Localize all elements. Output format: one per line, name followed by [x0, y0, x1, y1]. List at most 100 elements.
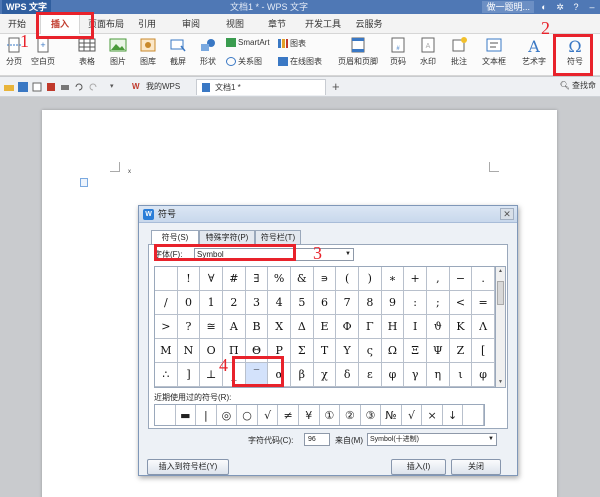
symbol-cell[interactable]: ≅ — [200, 315, 223, 339]
symbol-cell[interactable]: = — [472, 291, 495, 315]
watermark-button[interactable]: A 水印 — [414, 34, 442, 67]
close-button[interactable]: 关闭 — [451, 459, 501, 475]
paragraph-layout-icon[interactable] — [80, 178, 88, 187]
tab-document[interactable]: 文档1 * — [196, 79, 326, 95]
symbol-cell[interactable]: ϑ — [426, 315, 450, 339]
recent-symbol-cell[interactable] — [155, 405, 176, 425]
symbol-cell[interactable]: ? — [177, 315, 201, 339]
screenshot-button[interactable]: 截屏 — [164, 34, 192, 67]
symbol-cell[interactable]: Υ — [336, 339, 359, 363]
symbol-cell[interactable]: Ω — [381, 339, 405, 363]
redo-icon[interactable] — [88, 82, 98, 92]
recent-symbol-cell[interactable]: ② — [340, 405, 361, 425]
help-icon[interactable]: ? — [570, 1, 582, 13]
symbol-cell[interactable]: − — [449, 267, 473, 291]
symbol-cell[interactable]: ι — [449, 363, 473, 387]
symbol-cell[interactable]: / — [155, 291, 178, 315]
minimize-icon[interactable]: – — [586, 1, 598, 13]
from-select[interactable]: Symbol(十进制) ▼ — [367, 433, 497, 446]
tab-symbol-bar[interactable]: 符号栏(T) — [255, 230, 301, 244]
symbol-cell[interactable]: 2 — [222, 291, 246, 315]
recent-symbol-cell[interactable]: | — [196, 405, 217, 425]
symbol-cell[interactable]: 1 — [200, 291, 223, 315]
tab-references[interactable]: 引用 — [134, 14, 160, 34]
symbol-cell[interactable]: δ — [336, 363, 359, 387]
recent-symbol-cell[interactable]: ¥ — [299, 405, 320, 425]
chart-button[interactable]: 图表 — [278, 38, 306, 49]
recent-symbol-cell[interactable]: ① — [320, 405, 341, 425]
symbol-cell[interactable]: Ζ — [449, 339, 473, 363]
symbol-cell[interactable]: Δ — [290, 315, 314, 339]
recent-symbol-cell[interactable]: ↓ — [443, 405, 464, 425]
symbol-cell[interactable]: ∗ — [381, 267, 405, 291]
symbol-cell[interactable]: 3 — [245, 291, 269, 315]
symbol-cell[interactable]: 8 — [358, 291, 382, 315]
symbol-cell[interactable]: χ — [313, 363, 337, 387]
symbol-cell[interactable]: + — [404, 267, 427, 291]
picture-button[interactable]: 图片 — [104, 34, 132, 67]
online-chart-button[interactable]: 在线图表 — [278, 56, 322, 67]
textbox-button[interactable]: 文本框 — [478, 34, 510, 67]
open-folder-icon[interactable] — [4, 82, 14, 92]
symbol-cell[interactable]: < — [449, 291, 473, 315]
symbol-cell[interactable]: Α — [222, 315, 246, 339]
recent-symbol-cell[interactable]: √ — [258, 405, 279, 425]
symbol-cell[interactable]: ( — [336, 267, 359, 291]
print-preview-icon[interactable] — [32, 82, 42, 92]
recent-symbol-cell[interactable]: √ — [402, 405, 423, 425]
new-tab-button[interactable]: + — [332, 79, 340, 95]
symbol-cell[interactable]: φ — [381, 363, 405, 387]
symbol-cell[interactable]: Μ — [155, 339, 178, 363]
gallery-button[interactable]: 图库 — [134, 34, 162, 67]
symbol-cell[interactable]: ] — [177, 363, 201, 387]
symbol-cell[interactable]: β — [290, 363, 314, 387]
symbol-cell[interactable]: ∍ — [313, 267, 337, 291]
symbol-cell[interactable]: 7 — [336, 291, 359, 315]
relation-chart-button[interactable]: 关系图 — [226, 56, 262, 67]
recent-symbol-cell[interactable]: ③ — [361, 405, 382, 425]
symbol-cell[interactable]: ∴ — [155, 363, 178, 387]
symbol-cell[interactable]: Ι — [404, 315, 427, 339]
symbol-cell[interactable]: Φ — [336, 315, 359, 339]
symbol-cell[interactable]: ) — [358, 267, 382, 291]
symbol-cell[interactable]: Η — [381, 315, 405, 339]
wordart-button[interactable]: A 艺术字 — [518, 34, 550, 67]
symbol-cell[interactable]: & — [290, 267, 314, 291]
settings-icon[interactable]: ✲ — [554, 1, 566, 13]
save-icon[interactable] — [18, 82, 28, 92]
print-icon[interactable] — [60, 82, 70, 92]
tab-developer[interactable]: 开发工具 — [300, 14, 346, 34]
symbol-grid-scrollbar[interactable]: ▲ ▼ — [496, 266, 506, 388]
symbol-cell[interactable]: Ν — [177, 339, 201, 363]
header-footer-button[interactable]: 页眉和页脚 — [336, 34, 380, 67]
symbol-cell[interactable]: ε — [358, 363, 382, 387]
tab-special-characters[interactable]: 特殊字符(P) — [199, 230, 255, 244]
scroll-up-icon[interactable]: ▲ — [496, 267, 505, 276]
scroll-down-icon[interactable]: ▼ — [496, 378, 505, 387]
symbol-cell[interactable]: 9 — [381, 291, 405, 315]
symbol-cell[interactable]: Τ — [313, 339, 337, 363]
symbol-cell[interactable]: ! — [177, 267, 201, 291]
tab-symbols[interactable]: 符号(S) — [151, 230, 199, 245]
symbol-cell[interactable]: γ — [404, 363, 427, 387]
symbol-cell[interactable]: Χ — [268, 315, 291, 339]
symbol-cell[interactable]: 0 — [177, 291, 201, 315]
symbol-cell[interactable]: . — [472, 267, 495, 291]
page-number-button[interactable]: # 页码 — [384, 34, 412, 67]
recent-symbol-cell[interactable]: ◎ — [217, 405, 238, 425]
tab-section[interactable]: 章节 — [264, 14, 290, 34]
tab-cloud[interactable]: 云服务 — [352, 14, 386, 34]
symbol-cell[interactable]: 6 — [313, 291, 337, 315]
comment-button[interactable]: 批注 — [448, 34, 470, 67]
symbol-cell[interactable] — [155, 267, 178, 291]
symbol-cell[interactable]: Κ — [449, 315, 473, 339]
undo-icon[interactable] — [74, 82, 84, 92]
tab-my-wps[interactable]: W 我的WPS — [128, 79, 192, 95]
symbol-cell[interactable]: # — [222, 267, 246, 291]
symbol-cell[interactable]: > — [155, 315, 178, 339]
shapes-button[interactable]: 形状 — [194, 34, 222, 67]
user-account-button[interactable]: 做一题明... — [482, 1, 534, 13]
symbol-cell[interactable]: ς — [358, 339, 382, 363]
recent-symbol-cell[interactable] — [463, 405, 484, 425]
chevron-down-icon[interactable]: ▾ — [110, 82, 120, 92]
